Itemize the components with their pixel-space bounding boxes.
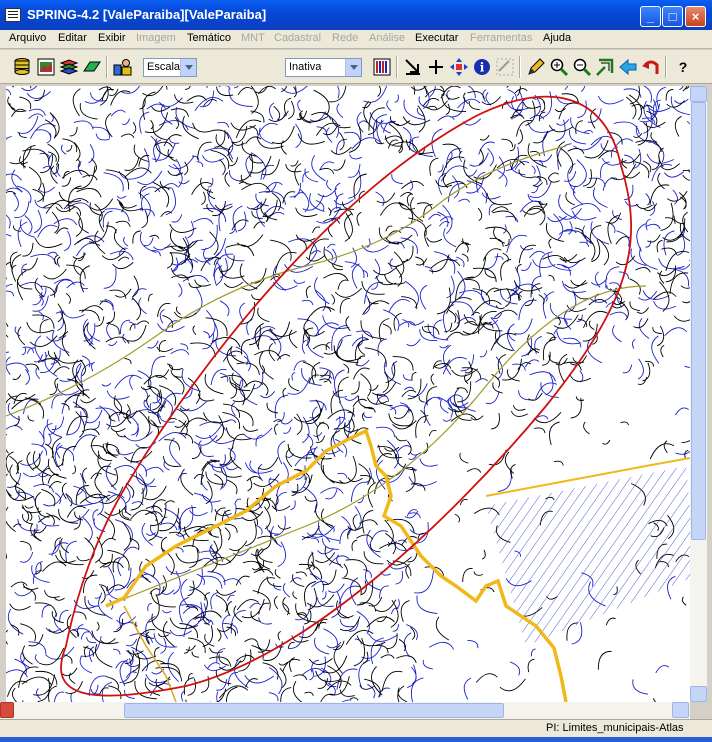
info-icon[interactable]: i bbox=[472, 57, 492, 77]
zoom-in-icon[interactable] bbox=[549, 57, 569, 77]
pan-icon[interactable] bbox=[449, 57, 469, 77]
maximize-button[interactable]: □ bbox=[662, 6, 683, 27]
menu-tematico[interactable]: Temático bbox=[187, 32, 231, 44]
vertical-scrollbar[interactable] bbox=[690, 86, 707, 702]
map-canvas[interactable] bbox=[6, 86, 690, 702]
help-button[interactable]: ? bbox=[673, 57, 693, 77]
scroll-up-button[interactable] bbox=[690, 86, 707, 102]
project-icon[interactable] bbox=[36, 57, 56, 77]
close-button[interactable]: × bbox=[685, 6, 706, 27]
cursor-mode-select[interactable]: Inativa bbox=[285, 58, 362, 77]
vertical-scroll-thumb[interactable] bbox=[691, 102, 706, 540]
app-icon[interactable] bbox=[5, 8, 21, 22]
zoom-area-icon[interactable] bbox=[595, 57, 615, 77]
menu-bar: Arquivo Editar Exibir Imagem Temático MN… bbox=[0, 30, 712, 49]
menu-arquivo[interactable]: Arquivo bbox=[9, 32, 46, 44]
pencil-icon[interactable] bbox=[526, 57, 546, 77]
scroll-right-button[interactable] bbox=[672, 702, 689, 718]
urban-grid bbox=[486, 466, 690, 646]
menu-ferramentas[interactable]: Ferramentas bbox=[470, 32, 532, 44]
draw-window-icon[interactable] bbox=[403, 57, 423, 77]
toolbar-separator bbox=[106, 56, 108, 78]
cursor-cross-icon[interactable] bbox=[426, 57, 446, 77]
database-icon[interactable] bbox=[12, 57, 32, 77]
menu-analise[interactable]: Análise bbox=[369, 32, 405, 44]
user-panel-icon[interactable] bbox=[113, 57, 133, 77]
svg-text:i: i bbox=[480, 61, 485, 75]
measure-icon[interactable] bbox=[495, 57, 515, 77]
undo-icon[interactable] bbox=[641, 57, 661, 77]
status-bar: PI: Limites_municipais-Atlas bbox=[0, 719, 712, 737]
municipal-boundary bbox=[105, 428, 568, 702]
toolbar-separator bbox=[665, 56, 667, 78]
toolbar: Escala 1/ 150000 Inativa i ? bbox=[0, 50, 712, 126]
toolbar-separator bbox=[519, 56, 521, 78]
menu-rede[interactable]: Rede bbox=[332, 32, 358, 44]
menu-exibir[interactable]: Exibir bbox=[98, 32, 126, 44]
scale-mode-select[interactable]: Escala bbox=[143, 58, 197, 77]
scale-mode-value: Escala bbox=[147, 61, 181, 73]
taskbar bbox=[0, 737, 712, 742]
chevron-down-icon[interactable] bbox=[345, 59, 361, 76]
menu-ajuda[interactable]: Ajuda bbox=[543, 32, 571, 44]
layers-icon[interactable] bbox=[59, 57, 79, 77]
horizontal-scroll-thumb[interactable] bbox=[124, 703, 504, 718]
title-bar: SPRING-4.2 [ValeParaiba][ValeParaiba] _ … bbox=[0, 0, 712, 30]
menu-cadastral[interactable]: Cadastral bbox=[274, 32, 321, 44]
menu-editar[interactable]: Editar bbox=[58, 32, 87, 44]
minimize-button[interactable]: _ bbox=[640, 6, 661, 27]
menu-imagem[interactable]: Imagem bbox=[136, 32, 176, 44]
cursor-mode-value: Inativa bbox=[289, 61, 322, 73]
scroll-down-button[interactable] bbox=[690, 686, 707, 702]
menu-executar[interactable]: Executar bbox=[415, 32, 458, 44]
plane-icon[interactable] bbox=[82, 57, 102, 77]
road-line bbox=[6, 145, 567, 417]
zoom-out-icon[interactable] bbox=[572, 57, 592, 77]
chevron-down-icon[interactable] bbox=[180, 59, 196, 76]
scroll-left-button[interactable] bbox=[0, 702, 14, 718]
bar-chart-icon[interactable] bbox=[372, 57, 392, 77]
horizontal-scrollbar[interactable] bbox=[0, 702, 690, 719]
active-plane-label: PI: Limites_municipais-Atlas bbox=[546, 722, 684, 734]
toolbar-separator bbox=[396, 56, 398, 78]
back-arrow-icon[interactable] bbox=[618, 57, 638, 77]
contour-map bbox=[6, 86, 690, 702]
window-title: SPRING-4.2 [ValeParaiba][ValeParaiba] bbox=[27, 7, 267, 22]
menu-mnt[interactable]: MNT bbox=[241, 32, 265, 44]
